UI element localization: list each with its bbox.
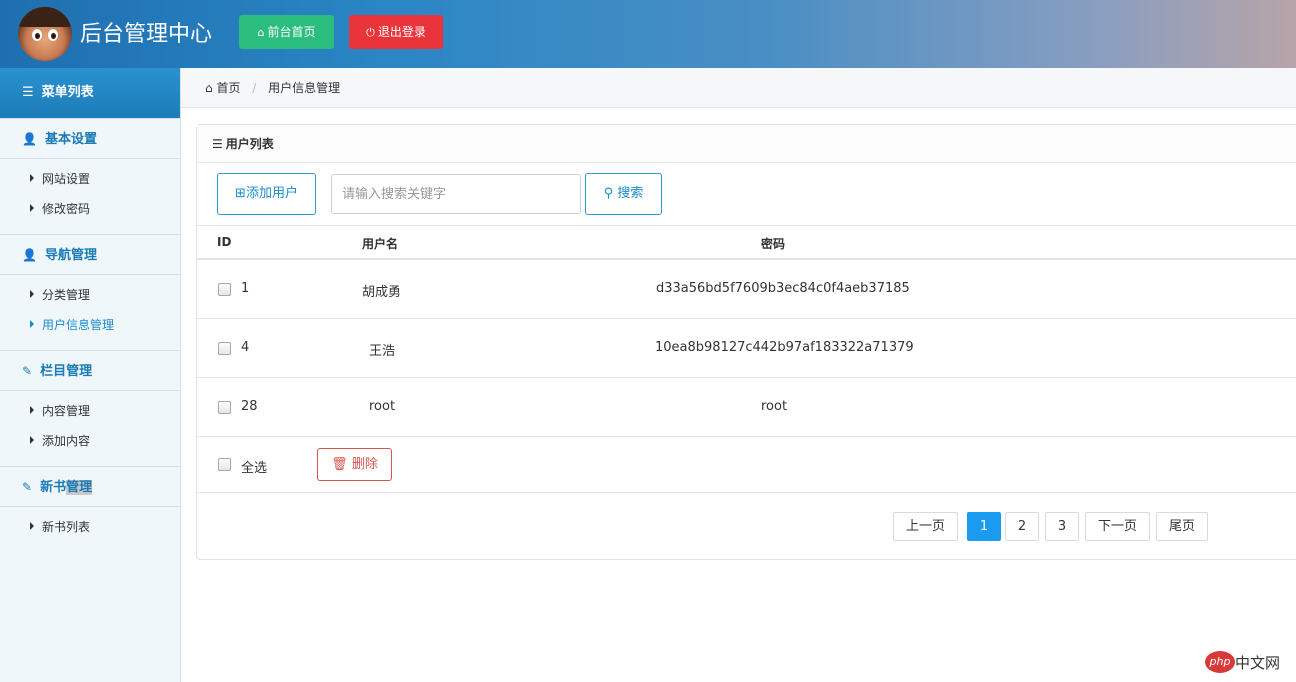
caret-right-icon bbox=[30, 174, 34, 182]
front-home-label: 前台首页 bbox=[267, 25, 316, 39]
user-icon: 👤 bbox=[22, 132, 37, 146]
edit-icon: ✎ bbox=[22, 364, 33, 378]
table-row: 1 胡成勇 d33a56bd5f7609b3ec84c0f4aeb37185 bbox=[197, 260, 1296, 319]
sidebar-group-basic-settings[interactable]: 👤 基本设置 bbox=[0, 118, 180, 159]
edit-icon: ✎ bbox=[22, 480, 33, 494]
table-actions: 全选 🗑 删除 bbox=[197, 437, 1296, 493]
caret-right-icon bbox=[30, 290, 34, 298]
row-checkbox[interactable] bbox=[218, 401, 231, 414]
search-input[interactable] bbox=[331, 174, 581, 214]
page-1-button[interactable]: 1 bbox=[967, 512, 1001, 541]
menu-list-header: ☰ 菜单列表 bbox=[0, 68, 180, 118]
search-label: 搜索 bbox=[617, 186, 644, 201]
group-title-label: 导航管理 bbox=[44, 248, 97, 263]
sidebar-item-label: 修改密码 bbox=[42, 202, 91, 216]
sidebar-item-label: 网站设置 bbox=[42, 172, 91, 186]
column-header-password: 密码 bbox=[761, 237, 786, 251]
breadcrumb-separator: / bbox=[252, 81, 257, 95]
home-icon: ⌂ bbox=[257, 26, 265, 39]
sidebar-item-label: 内容管理 bbox=[42, 404, 91, 418]
search-icon: ⚲ bbox=[603, 186, 614, 201]
cell-id: 1 bbox=[241, 281, 250, 296]
list-icon: ☰ bbox=[212, 137, 223, 151]
select-all-label: 全选 bbox=[241, 461, 268, 476]
user-list-panel: ☰用户列表 ⊞添加用户 ⚲ 搜索 ID 用户名 密码 1 胡成勇 d33a56b… bbox=[196, 124, 1296, 560]
caret-right-icon bbox=[30, 522, 34, 530]
sidebar-item-content-management[interactable]: 内容管理 bbox=[0, 400, 180, 430]
cell-username: 胡成勇 bbox=[362, 285, 402, 300]
group-title-label: 栏目管理 bbox=[40, 364, 93, 379]
caret-right-icon bbox=[30, 436, 34, 444]
row-checkbox[interactable] bbox=[218, 342, 231, 355]
user-icon: 👤 bbox=[22, 248, 37, 262]
last-page-button[interactable]: 尾页 bbox=[1156, 512, 1208, 541]
page-3-button[interactable]: 3 bbox=[1045, 512, 1079, 541]
sidebar-item-label: 分类管理 bbox=[42, 288, 91, 302]
delete-button[interactable]: 🗑 删除 bbox=[317, 448, 392, 481]
sidebar-group-nav-management[interactable]: 👤 导航管理 bbox=[0, 234, 180, 275]
sidebar-item-add-content[interactable]: 添加内容 bbox=[0, 430, 180, 460]
plus-square-icon: ⊞ bbox=[235, 186, 246, 201]
group-title-label: 基本设置 bbox=[44, 132, 97, 147]
caret-right-icon bbox=[30, 320, 34, 328]
select-all-checkbox[interactable] bbox=[218, 458, 231, 471]
list-icon: ☰ bbox=[22, 85, 34, 100]
site-title: 后台管理中心 bbox=[80, 22, 213, 47]
group-title-label-b: 管理 bbox=[66, 480, 93, 495]
cell-id: 4 bbox=[241, 340, 250, 355]
add-user-label: 添加用户 bbox=[245, 186, 298, 201]
power-icon: ⏻ bbox=[366, 26, 375, 39]
cell-username: root bbox=[369, 399, 396, 414]
panel-title: ☰ 用户列表 bbox=[197, 125, 1296, 163]
home-icon: ⌂ bbox=[205, 81, 213, 95]
sidebar: ☰ 菜单列表 👤 基本设置 网站设置 修改密码 👤 导航管理 分类管理 用户信息管理 … bbox=[0, 68, 181, 682]
watermark-text: 中文网 bbox=[1235, 654, 1281, 672]
prev-page-button[interactable]: 上一页 bbox=[893, 512, 958, 541]
search-button[interactable]: ⚲ 搜索 bbox=[585, 173, 662, 215]
cell-password: root bbox=[761, 399, 788, 414]
sidebar-item-label: 新书列表 bbox=[42, 520, 91, 534]
trash-icon: 🗑 bbox=[331, 457, 348, 472]
logout-label: 退出登录 bbox=[377, 25, 426, 39]
add-user-button[interactable]: ⊞添加用户 bbox=[217, 173, 316, 215]
table-row: 4 王浩 10ea8b98127c442b97af183322a71379 bbox=[197, 319, 1296, 378]
sidebar-group-column-management[interactable]: ✎ 栏目管理 bbox=[0, 350, 180, 391]
menu-list-label: 菜单列表 bbox=[41, 85, 94, 100]
sidebar-item-new-book-list[interactable]: 新书列表 bbox=[0, 516, 180, 546]
panel-title-label: 用户列表 bbox=[225, 137, 274, 151]
php-logo-badge: php bbox=[1205, 651, 1235, 673]
delete-label: 删除 bbox=[351, 457, 378, 472]
logout-button[interactable]: ⏻ 退出登录 bbox=[349, 15, 443, 49]
cell-password: d33a56bd5f7609b3ec84c0f4aeb37185 bbox=[656, 281, 910, 296]
cell-password: 10ea8b98127c442b97af183322a71379 bbox=[655, 340, 914, 355]
column-header-username: 用户名 bbox=[362, 237, 399, 251]
cell-id: 28 bbox=[241, 399, 258, 414]
table-header: ID 用户名 密码 bbox=[197, 226, 1296, 260]
row-checkbox[interactable] bbox=[218, 283, 231, 296]
sidebar-item-site-settings[interactable]: 网站设置 bbox=[0, 168, 180, 198]
table-row: 28 root root bbox=[197, 378, 1296, 437]
sidebar-item-change-password[interactable]: 修改密码 bbox=[0, 198, 180, 228]
sidebar-item-label: 添加内容 bbox=[42, 434, 91, 448]
group-title-label-a: 新书 bbox=[40, 480, 67, 495]
next-page-button[interactable]: 下一页 bbox=[1085, 512, 1150, 541]
sidebar-item-user-info-management[interactable]: 用户信息管理 bbox=[0, 314, 180, 344]
avatar bbox=[18, 7, 72, 61]
breadcrumb: ⌂ 首页 / 用户信息管理 bbox=[181, 68, 1296, 108]
front-home-button[interactable]: ⌂ 前台首页 bbox=[239, 15, 334, 49]
cell-username: 王浩 bbox=[369, 344, 396, 359]
sidebar-item-label: 用户信息管理 bbox=[42, 318, 115, 332]
breadcrumb-home[interactable]: 首页 bbox=[216, 81, 240, 95]
page-2-button[interactable]: 2 bbox=[1005, 512, 1039, 541]
caret-right-icon bbox=[30, 204, 34, 212]
column-header-id: ID bbox=[217, 235, 232, 249]
breadcrumb-current: 用户信息管理 bbox=[268, 81, 341, 95]
caret-right-icon bbox=[30, 406, 34, 414]
toolbar: ⊞添加用户 ⚲ 搜索 bbox=[197, 163, 1296, 226]
top-header: 后台管理中心 ⌂ 前台首页 ⏻ 退出登录 bbox=[0, 0, 1296, 68]
sidebar-item-category-management[interactable]: 分类管理 bbox=[0, 284, 180, 314]
sidebar-group-new-books[interactable]: ✎ 新书管理 bbox=[0, 466, 180, 507]
